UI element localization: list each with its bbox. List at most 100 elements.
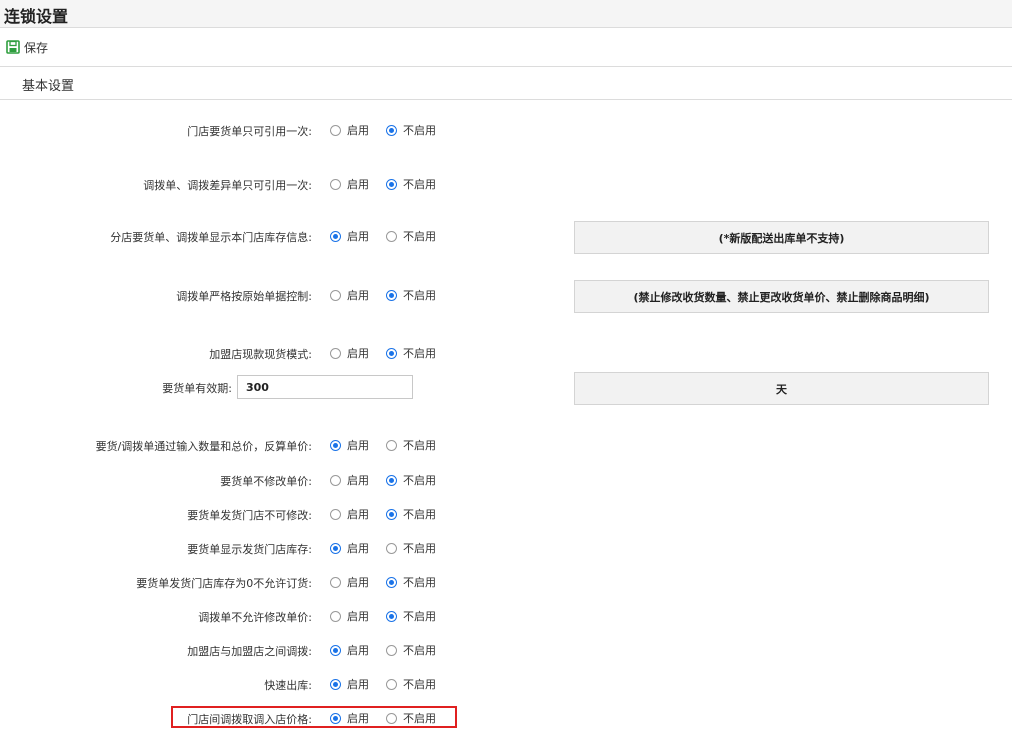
- toolbar: 保存: [0, 28, 1012, 67]
- setting-row: 调拨单、调拨差异单只可引用一次: 启用 不启用: [0, 174, 480, 194]
- radio-disable[interactable]: 不启用: [386, 287, 436, 303]
- setting-label: 快速出库:: [264, 679, 312, 692]
- radio-circle[interactable]: [330, 124, 341, 136]
- radio-label: 不启用: [403, 678, 436, 691]
- radio-disable[interactable]: 不启用: [386, 574, 436, 590]
- setting-row: 要货单发货门店不可修改: 启用 不启用: [0, 504, 480, 524]
- radio-circle[interactable]: [330, 576, 341, 588]
- radio-circle[interactable]: [386, 289, 397, 301]
- radio-enable[interactable]: 启用: [330, 287, 369, 303]
- save-label: 保存: [24, 40, 49, 55]
- radio-circle[interactable]: [386, 178, 397, 190]
- radio-label: 启用: [347, 347, 369, 360]
- radio-label: 启用: [347, 644, 369, 657]
- radio-disable[interactable]: 不启用: [386, 506, 436, 522]
- radio-circle[interactable]: [386, 610, 397, 622]
- radio-disable[interactable]: 不启用: [386, 345, 436, 361]
- setting-label: 调拨单严格按原始单据控制:: [176, 290, 312, 303]
- radio-label: 启用: [347, 230, 369, 243]
- radio-label: 启用: [347, 439, 369, 452]
- radio-circle[interactable]: [330, 508, 341, 520]
- radio-enable[interactable]: 启用: [330, 122, 369, 138]
- radio-disable[interactable]: 不启用: [386, 228, 436, 244]
- radio-label: 启用: [347, 289, 369, 302]
- radio-enable[interactable]: 启用: [330, 437, 369, 453]
- setting-label: 要货单发货门店库存为0不允许订货:: [136, 577, 312, 590]
- radio-label: 不启用: [403, 610, 436, 623]
- setting-row: 要货单显示发货门店库存: 启用 不启用: [0, 538, 480, 558]
- radio-circle[interactable]: [330, 474, 341, 486]
- validity-label: 要货单有效期:: [162, 382, 232, 395]
- note-branch-stock: (*新版配送出库单不支持): [574, 221, 989, 254]
- radio-enable[interactable]: 启用: [330, 642, 369, 658]
- radio-disable[interactable]: 不启用: [386, 642, 436, 658]
- radio-circle[interactable]: [386, 508, 397, 520]
- radio-circle[interactable]: [330, 678, 341, 690]
- radio-circle[interactable]: [386, 678, 397, 690]
- radio-circle[interactable]: [330, 289, 341, 301]
- radio-circle[interactable]: [330, 439, 341, 451]
- setting-label: 调拨单、调拨差异单只可引用一次:: [143, 179, 312, 192]
- radio-circle[interactable]: [386, 347, 397, 359]
- radio-enable[interactable]: 启用: [330, 676, 369, 692]
- section-header: 基本设置: [0, 67, 1012, 100]
- radio-enable[interactable]: 启用: [330, 574, 369, 590]
- setting-row: 要货单不修改单价: 启用 不启用: [0, 470, 480, 490]
- radio-label: 不启用: [403, 289, 436, 302]
- radio-disable[interactable]: 不启用: [386, 176, 436, 192]
- radio-circle[interactable]: [330, 644, 341, 656]
- setting-row: 加盟店与加盟店之间调拨: 启用 不启用: [0, 640, 480, 660]
- save-icon: [6, 40, 20, 54]
- radio-label: 不启用: [403, 542, 436, 555]
- radio-circle[interactable]: [330, 610, 341, 622]
- radio-enable[interactable]: 启用: [330, 472, 369, 488]
- setting-label: 加盟店现款现货模式:: [209, 348, 312, 361]
- radio-circle[interactable]: [386, 474, 397, 486]
- radio-label: 不启用: [403, 576, 436, 589]
- radio-disable[interactable]: 不启用: [386, 437, 436, 453]
- radio-label: 启用: [347, 678, 369, 691]
- radio-enable[interactable]: 启用: [330, 506, 369, 522]
- setting-label: 门店要货单只可引用一次:: [187, 125, 312, 138]
- setting-label: 要货单显示发货门店库存:: [187, 543, 312, 556]
- radio-label: 不启用: [403, 124, 436, 137]
- radio-disable[interactable]: 不启用: [386, 608, 436, 624]
- radio-circle[interactable]: [330, 347, 341, 359]
- radio-circle[interactable]: [386, 644, 397, 656]
- radio-label: 启用: [347, 610, 369, 623]
- radio-disable[interactable]: 不启用: [386, 122, 436, 138]
- radio-circle[interactable]: [386, 124, 397, 136]
- radio-circle[interactable]: [386, 439, 397, 451]
- setting-label: 要货/调拨单通过输入数量和总价，反算单价:: [95, 440, 312, 453]
- setting-row: 调拨单严格按原始单据控制: 启用 不启用: [0, 285, 480, 305]
- save-button[interactable]: 保存: [6, 38, 48, 56]
- radio-disable[interactable]: 不启用: [386, 472, 436, 488]
- radio-enable[interactable]: 启用: [330, 345, 369, 361]
- radio-label: 启用: [347, 508, 369, 521]
- radio-enable[interactable]: 启用: [330, 228, 369, 244]
- radio-circle[interactable]: [330, 178, 341, 190]
- radio-circle[interactable]: [386, 542, 397, 554]
- section-title: 基本设置: [22, 79, 75, 94]
- radio-enable[interactable]: 启用: [330, 540, 369, 556]
- radio-circle[interactable]: [386, 230, 397, 242]
- page-title: 连锁设置: [4, 7, 69, 26]
- radio-disable[interactable]: 不启用: [386, 676, 436, 692]
- radio-label: 不启用: [403, 508, 436, 521]
- validity-input[interactable]: [237, 375, 413, 399]
- radio-circle[interactable]: [330, 230, 341, 242]
- radio-enable[interactable]: 启用: [330, 176, 369, 192]
- radio-disable[interactable]: 不启用: [386, 540, 436, 556]
- radio-label: 不启用: [403, 230, 436, 243]
- radio-label: 不启用: [403, 644, 436, 657]
- radio-circle[interactable]: [330, 542, 341, 554]
- setting-row: 要货/调拨单通过输入数量和总价，反算单价: 启用 不启用: [0, 435, 480, 455]
- setting-row: 加盟店现款现货模式: 启用 不启用: [0, 343, 480, 363]
- radio-label: 启用: [347, 474, 369, 487]
- radio-enable[interactable]: 启用: [330, 608, 369, 624]
- setting-label: 加盟店与加盟店之间调拨:: [187, 645, 312, 658]
- radio-circle[interactable]: [386, 576, 397, 588]
- setting-label: 分店要货单、调拨单显示本门店库存信息:: [110, 231, 312, 244]
- radio-label: 不启用: [403, 347, 436, 360]
- setting-row: 门店要货单只可引用一次: 启用 不启用: [0, 120, 480, 140]
